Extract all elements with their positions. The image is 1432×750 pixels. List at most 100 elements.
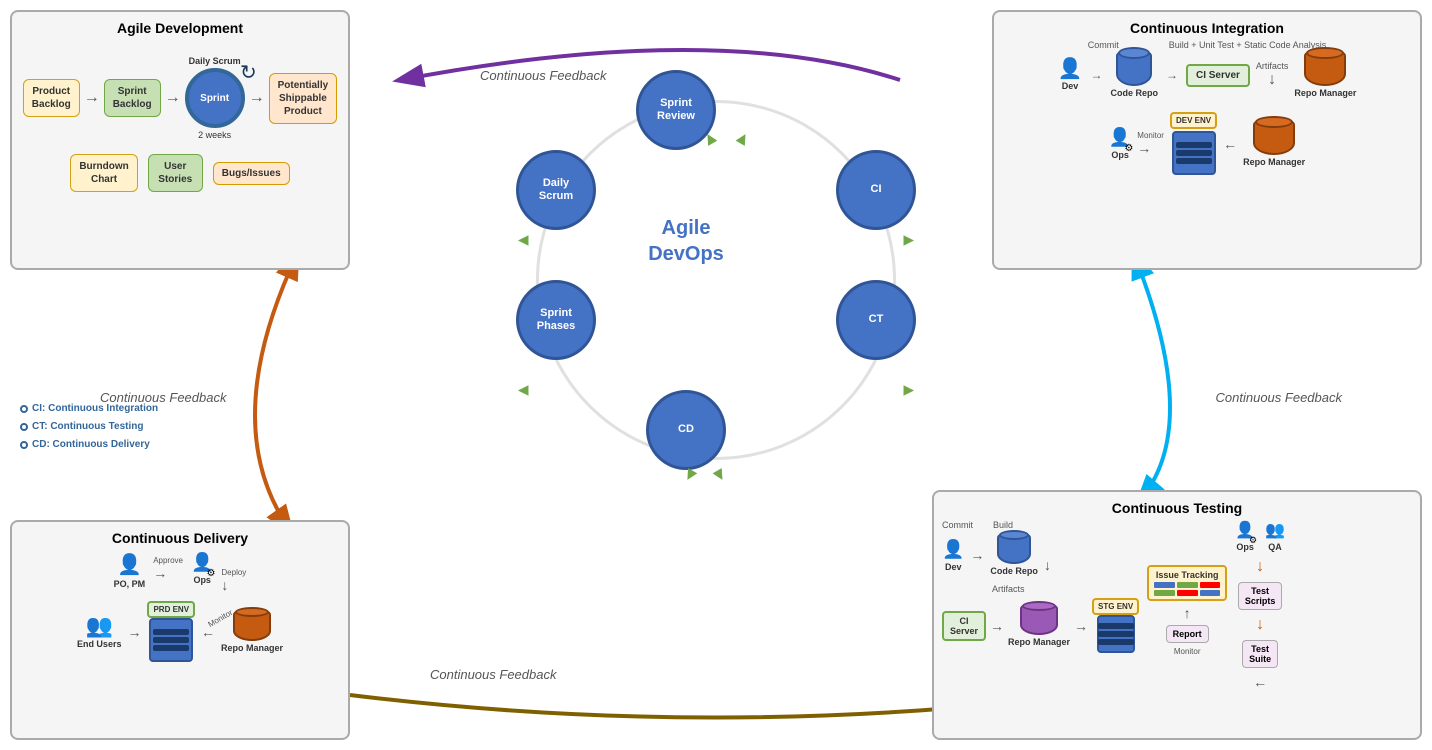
ct-arrow-up-issue: ↑ — [1184, 605, 1191, 621]
ct-qa-icon: 👥 — [1265, 520, 1285, 540]
ct-arrow-stg: → — [1074, 618, 1088, 634]
ops-person: 👤 ⚙ Ops — [1109, 127, 1131, 160]
repo-manager-label: Repo Manager — [1294, 88, 1356, 98]
cd-second-row: 👥 End Users → PRD ENV ← Repo Manager Mon… — [20, 601, 340, 662]
ct-qa-label: QA — [1268, 542, 1282, 552]
ct-left-col: Commit Build 👤 Dev → Code Repo ↓ — [942, 520, 1139, 690]
legend-ct-text: CT: Continuous Testing — [32, 418, 143, 436]
dev-server-icon — [1172, 131, 1216, 175]
repo-manager2-container: Repo Manager — [1243, 121, 1305, 167]
ct-arrow-left-stg: ← — [1253, 674, 1267, 690]
deploy-label: Deploy — [221, 568, 246, 577]
two-weeks-label: 2 weeks — [198, 130, 231, 140]
center-devops-diagram: AgileDevOps SprintReview CI CT CD Sprint… — [506, 50, 926, 610]
potentially-shippable-pill: Potentially Shippable Product — [269, 73, 338, 124]
green-arrow-8: ▲ — [512, 232, 533, 250]
ci-server-container: CI Server — [1186, 64, 1250, 87]
sprint-circle: Sprint — [185, 68, 245, 128]
ct-dev-icon: 👤 — [942, 539, 964, 560]
ct-repo-icon — [1020, 605, 1058, 635]
sprint-backlog-pill: Sprint Backlog — [104, 79, 161, 117]
ct-ops-gear: ⚙ — [1249, 535, 1257, 546]
ct-dev-label: Dev — [945, 562, 962, 572]
ct-arrow-down-suite: ↓ — [1256, 616, 1264, 634]
ct-ci-server-pill: CIServer — [942, 611, 986, 641]
cd-title: Continuous Delivery — [20, 530, 340, 546]
report-pill: Report — [1166, 625, 1209, 643]
ci-title: Continuous Integration — [1002, 20, 1412, 36]
dev-env-label: DEV ENV — [1170, 112, 1217, 129]
ci-bottom-flow: 👤 ⚙ Ops Monitor → DEV ENV ← Repo Manager — [1002, 112, 1412, 175]
arrow-monitor: → — [1137, 140, 1151, 156]
legend-ci-text: CI: Continuous Integration — [32, 400, 158, 418]
ct-title: Continuous Testing — [942, 500, 1412, 516]
prd-env-label: PRD ENV — [147, 601, 195, 618]
ct-ci-server-row: CIServer → Repo Manager → STG ENV — [942, 598, 1139, 653]
monitor-label: Monitor — [1137, 131, 1164, 140]
issue-tracking-label: Issue Tracking — [1154, 570, 1220, 580]
ct-arrow-ci: → — [990, 618, 1004, 634]
prd-server-icon — [149, 618, 193, 662]
ct-main-layout: Commit Build 👤 Dev → Code Repo ↓ — [942, 520, 1412, 690]
repo-manager2-icon — [1253, 121, 1295, 155]
stg-server-icon — [1097, 615, 1135, 653]
po-pm-icon: 👤 — [117, 552, 142, 577]
ct-code-repo-label: Code Repo — [990, 566, 1038, 576]
legend-cd-text: CD: Continuous Delivery — [32, 436, 150, 454]
sprint-phases-node: SprintPhases — [516, 280, 596, 360]
code-repo-container: Code Repo — [1110, 52, 1158, 98]
legend-ci-dot — [20, 405, 28, 413]
cd-flow: 👤 PO, PM Approve → 👤 ⚙ Ops Deploy ↓ — [20, 552, 340, 593]
cd-ops-gear-icon: ⚙ — [206, 568, 215, 579]
legend-box: CI: Continuous Integration CT: Continuou… — [20, 400, 158, 454]
issue-tracking-container: Issue Tracking ↑ Report Monitor — [1147, 530, 1227, 690]
feedback-top: Continuous Feedback — [480, 68, 606, 83]
bugs-issues-pill: Bugs/Issues — [213, 162, 290, 185]
ct-repo-label: Repo Manager — [1008, 637, 1070, 647]
repo-manager2-label: Repo Manager — [1243, 157, 1305, 167]
feedback-bottom: Continuous Feedback — [430, 667, 556, 682]
ct-code-repo: Code Repo — [990, 534, 1038, 576]
monitor-arrow-col: Monitor → — [1137, 131, 1164, 156]
repo-manager-container: Repo Manager — [1294, 52, 1356, 98]
legend-ci: CI: Continuous Integration — [20, 400, 158, 418]
agile-development-box: Agile Development Product Backlog → Spri… — [10, 10, 350, 270]
product-backlog-pill: Product Backlog — [23, 79, 80, 117]
artifacts-label: Artifacts — [1256, 61, 1289, 71]
arrow-down-artifacts: ↓ — [1268, 71, 1276, 89]
ct-artifacts-label: Artifacts — [992, 584, 1025, 594]
green-arrow-4: ▲ — [899, 382, 920, 400]
ci-server-pill: CI Server — [1186, 64, 1250, 87]
green-arrow-7: ▲ — [512, 382, 533, 400]
build-label: Build + Unit Test + Static Code Analysis — [1169, 40, 1326, 50]
continuous-delivery-box: Continuous Delivery 👤 PO, PM Approve → 👤… — [10, 520, 350, 740]
ci-column-labels: Commit Build + Unit Test + Static Code A… — [1002, 40, 1412, 50]
sprint-circle-wrap: Daily Scrum ↺ Sprint 2 weeks — [185, 56, 245, 140]
ct-monitor-label2: Monitor — [1174, 647, 1201, 656]
ct-arrow-dev: → — [970, 547, 984, 563]
stg-env-container: STG ENV — [1092, 598, 1139, 653]
arrow-3: → — [249, 89, 265, 107]
daily-scrum-node: DailyScrum — [516, 150, 596, 230]
code-repo-label: Code Repo — [1110, 88, 1158, 98]
approve-col: Approve → — [153, 556, 183, 581]
arrow-1: → — [84, 89, 100, 107]
legend-cd-dot — [20, 441, 28, 449]
arrow-deploy-down: ↓ — [221, 577, 228, 593]
prd-env-container: PRD ENV — [147, 601, 195, 662]
po-pm-label: PO, PM — [114, 579, 146, 589]
ct-qa-person: 👥 QA — [1265, 520, 1285, 552]
ci-node: CI — [836, 150, 916, 230]
arrow-users-prd: → — [127, 624, 141, 640]
end-users-icon: 👥 — [86, 615, 113, 637]
cd-node: CD — [646, 390, 726, 470]
agile-dev-title: Agile Development — [20, 20, 340, 36]
code-repo-icon — [1116, 52, 1152, 86]
ct-repo-manager: Repo Manager — [1008, 605, 1070, 647]
ct-node: CT — [836, 280, 916, 360]
issue-tracking-box: Issue Tracking — [1147, 565, 1227, 601]
legend-cd: CD: Continuous Delivery — [20, 436, 158, 454]
ci-top-flow: 👤 Dev → Code Repo → CI Server Artifacts … — [1002, 52, 1412, 98]
sprint-flow-row: Product Backlog → Sprint Backlog → Daily… — [20, 56, 340, 140]
ct-artifacts-row: Artifacts — [942, 584, 1139, 594]
